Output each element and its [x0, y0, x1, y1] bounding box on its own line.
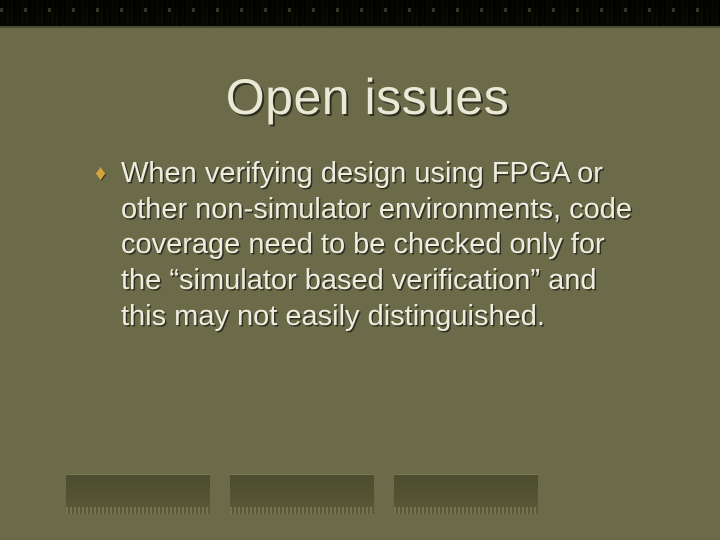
footer-bar: [394, 474, 538, 514]
footer-bar: [66, 474, 210, 514]
footer-bar: [230, 474, 374, 514]
diamond-bullet-icon: ♦: [95, 162, 106, 184]
slide-body-text: When verifying design using FPGA or othe…: [121, 156, 640, 334]
slide-title: Open issues: [95, 68, 640, 126]
slide-content: Open issues ♦ When verifying design usin…: [0, 28, 720, 540]
slide-body: ♦ When verifying design using FPGA or ot…: [95, 156, 640, 334]
decorative-footer-bars: [66, 474, 538, 514]
decorative-top-border: [0, 0, 720, 28]
